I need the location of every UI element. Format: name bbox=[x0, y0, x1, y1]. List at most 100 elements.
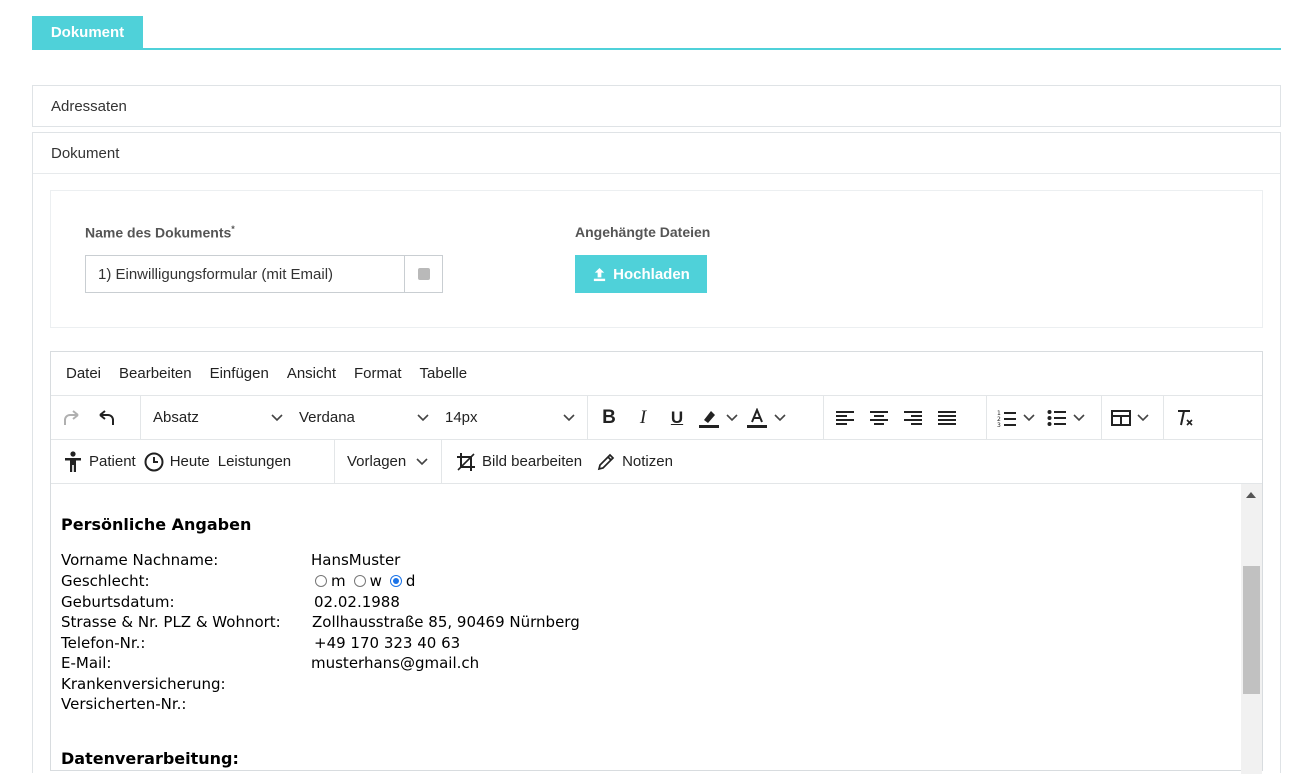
history-group bbox=[51, 396, 141, 439]
document-name-input[interactable] bbox=[86, 256, 404, 292]
field-row-name: Vorname Nachname: HansMuster bbox=[61, 550, 400, 570]
clear-formatting-icon bbox=[1178, 409, 1193, 426]
field-row-address: Strasse & Nr. PLZ & Wohnort: Zollhausstr… bbox=[61, 612, 580, 632]
document-name-label: Name des Dokuments* bbox=[85, 224, 235, 241]
field-label: Krankenversicherung: bbox=[61, 675, 226, 693]
clear-formatting-button[interactable] bbox=[1168, 402, 1202, 434]
custom-insert-group: Patient Heute Leistungen bbox=[51, 440, 335, 483]
field-label: Strasse & Nr. PLZ & Wohnort: bbox=[61, 613, 281, 631]
align-center-button[interactable] bbox=[862, 402, 896, 434]
align-right-button[interactable] bbox=[896, 402, 930, 434]
chevron-down-icon bbox=[1023, 413, 1035, 421]
rich-text-editor: Datei Bearbeiten Einfügen Ansicht Format… bbox=[50, 351, 1263, 774]
edit-image-button[interactable]: Bild bearbeiten bbox=[452, 446, 586, 478]
templates-label: Vorlagen bbox=[347, 453, 407, 470]
chevron-down-icon bbox=[1073, 413, 1085, 421]
field-value: +49 170 323 40 63 bbox=[314, 634, 461, 652]
today-button[interactable]: Heute bbox=[140, 446, 214, 478]
undo-button[interactable] bbox=[89, 402, 123, 434]
block-format-value: Absatz bbox=[153, 409, 199, 426]
align-center-icon bbox=[870, 410, 888, 425]
svg-text:3: 3 bbox=[997, 422, 1001, 427]
gender-radio-group: m w d bbox=[315, 572, 423, 590]
text-color-button[interactable] bbox=[742, 402, 790, 434]
document-name-addon-button[interactable] bbox=[404, 256, 442, 292]
notes-label: Notizen bbox=[622, 453, 673, 470]
radio-circle bbox=[315, 575, 327, 587]
menu-tabelle[interactable]: Tabelle bbox=[411, 365, 477, 382]
font-group: Absatz Verdana 14px bbox=[141, 396, 588, 439]
menu-ansicht[interactable]: Ansicht bbox=[278, 365, 345, 382]
upload-button-label: Hochladen bbox=[613, 265, 690, 283]
font-size-value: 14px bbox=[445, 409, 478, 426]
chevron-down-icon bbox=[417, 413, 429, 421]
align-justify-button[interactable] bbox=[930, 402, 964, 434]
align-right-icon bbox=[904, 410, 922, 425]
align-left-icon bbox=[836, 410, 854, 425]
section-title-personal: Persönliche Angaben bbox=[61, 515, 252, 534]
radio-label: d bbox=[405, 572, 416, 590]
radio-label: m bbox=[331, 572, 346, 590]
editor-toolbar-custom: Patient Heute Leistungen Vorlagen Bild b… bbox=[51, 440, 1262, 484]
services-button[interactable]: Leistungen bbox=[214, 446, 295, 478]
numbered-list-button[interactable]: 123 bbox=[991, 402, 1041, 434]
field-row-gender: Geschlecht: m w d bbox=[61, 571, 423, 591]
document-name-field bbox=[85, 255, 443, 293]
gender-radio-d[interactable]: d bbox=[389, 572, 416, 590]
gender-radio-w[interactable]: w bbox=[353, 572, 382, 590]
field-label: Geburtsdatum: bbox=[61, 593, 175, 611]
align-left-button[interactable] bbox=[828, 402, 862, 434]
numbered-list-icon: 123 bbox=[997, 410, 1016, 427]
font-size-select[interactable]: 14px bbox=[437, 402, 583, 434]
panel-header-adressaten[interactable]: Adressaten bbox=[32, 85, 1281, 127]
menu-format[interactable]: Format bbox=[345, 365, 411, 382]
undo-icon bbox=[99, 409, 114, 425]
underline-icon: U bbox=[670, 407, 684, 427]
menu-datei[interactable]: Datei bbox=[57, 365, 110, 382]
tab-dokument[interactable]: Dokument bbox=[32, 16, 143, 48]
text-style-group: B I U bbox=[588, 396, 824, 439]
clock-icon bbox=[144, 452, 164, 471]
highlight-color-button[interactable] bbox=[694, 402, 742, 434]
table-icon bbox=[1111, 409, 1131, 426]
editor-content-area[interactable]: Persönliche Angaben Vorname Nachname: Ha… bbox=[51, 484, 1241, 774]
block-format-select[interactable]: Absatz bbox=[145, 402, 291, 434]
field-label: Telefon-Nr.: bbox=[61, 634, 146, 652]
redo-button[interactable] bbox=[55, 402, 89, 434]
table-button[interactable] bbox=[1106, 402, 1154, 434]
menu-bearbeiten[interactable]: Bearbeiten bbox=[110, 365, 201, 382]
scroll-up-arrow-icon[interactable] bbox=[1246, 492, 1256, 498]
list-group: 123 bbox=[987, 396, 1102, 439]
text-color-icon bbox=[747, 407, 767, 428]
image-notes-group: Bild bearbeiten Notizen bbox=[442, 440, 681, 483]
italic-button[interactable]: I bbox=[626, 402, 660, 434]
font-family-value: Verdana bbox=[299, 409, 355, 426]
scrollbar-thumb[interactable] bbox=[1243, 566, 1260, 694]
field-label: Vorname Nachname: bbox=[61, 551, 219, 569]
upload-button[interactable]: Hochladen bbox=[575, 255, 707, 293]
chevron-down-icon bbox=[1137, 413, 1149, 421]
field-row-insurance-number: Versicherten-Nr.: bbox=[61, 694, 311, 714]
notes-button[interactable]: Notizen bbox=[592, 446, 677, 478]
tab-bar: Dokument bbox=[32, 16, 1281, 50]
bold-icon: B bbox=[602, 406, 616, 428]
patient-button[interactable]: Patient bbox=[59, 446, 140, 478]
underline-button[interactable]: U bbox=[660, 402, 694, 434]
menu-einfuegen[interactable]: Einfügen bbox=[201, 365, 278, 382]
panel-title-adressaten: Adressaten bbox=[51, 97, 127, 115]
templates-select[interactable]: Vorlagen bbox=[339, 446, 436, 478]
highlighter-icon bbox=[699, 410, 719, 428]
bold-button[interactable]: B bbox=[592, 402, 626, 434]
field-value: Zollhausstraße 85, 90469 Nürnberg bbox=[312, 613, 580, 631]
panel-header-dokument[interactable]: Dokument bbox=[32, 132, 1281, 174]
table-group bbox=[1102, 396, 1164, 439]
patient-label: Patient bbox=[89, 453, 136, 470]
editor-scrollbar[interactable] bbox=[1241, 484, 1262, 774]
square-icon bbox=[417, 268, 430, 280]
gender-radio-m[interactable]: m bbox=[315, 572, 346, 590]
font-family-select[interactable]: Verdana bbox=[291, 402, 437, 434]
bullet-list-icon bbox=[1047, 409, 1066, 426]
field-row-birthdate: Geburtsdatum: 02.02.1988 bbox=[61, 592, 400, 612]
bullet-list-button[interactable] bbox=[1041, 402, 1091, 434]
align-justify-icon bbox=[938, 410, 956, 425]
